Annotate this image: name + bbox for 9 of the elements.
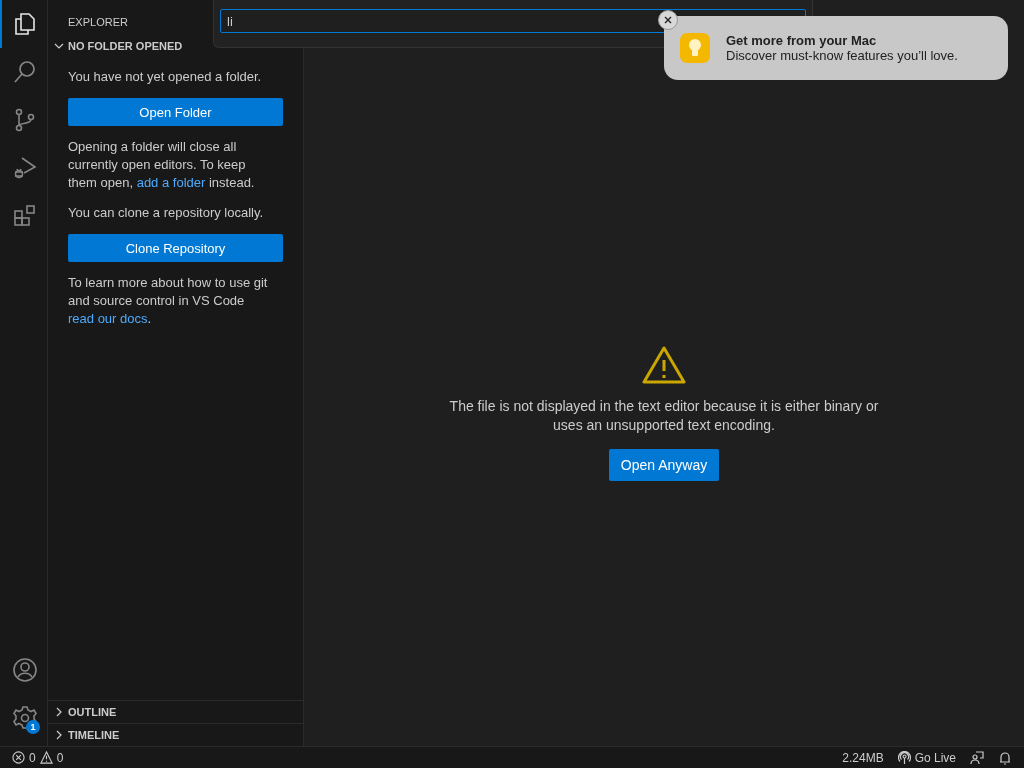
notification-badge: 1 (26, 720, 40, 734)
info-text: You have not yet opened a folder. (68, 68, 263, 86)
sidebar-title: EXPLORER (68, 16, 128, 28)
info-text: Opening a folder will close all currently open editors. To keep them open, add a folder instead. (68, 138, 256, 192)
editor-message: The file is not displayed in the text editor because it is either binary or uses an unsupported text encoding. (448, 397, 880, 435)
notification-body: Discover must-know features you’ll love. (726, 48, 958, 63)
notification-title: Get more from your Mac (726, 33, 878, 48)
info-text: You can clone a repository locally. (68, 204, 265, 222)
info-text: To learn more about how to use git and source control in VS Code read our docs. (68, 274, 269, 328)
